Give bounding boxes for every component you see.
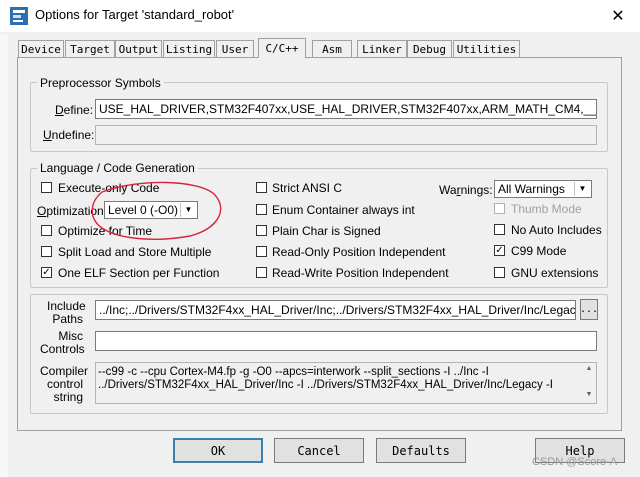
defaults-button[interactable]: Defaults [376, 438, 466, 463]
define-input[interactable]: USE_HAL_DRIVER,STM32F407xx,USE_HAL_DRIVE… [95, 99, 597, 119]
c99-mode-label: C99 Mode [511, 244, 567, 258]
gnu-ext-checkbox[interactable] [494, 267, 505, 278]
compiler-label-line1: Compiler [40, 364, 89, 378]
close-button[interactable]: ✕ [596, 0, 640, 32]
optimize-time-checkbox[interactable] [41, 225, 52, 236]
no-auto-includes-label: No Auto Includes [511, 223, 602, 237]
enum-container-checkbox[interactable] [256, 204, 267, 215]
tab-debug[interactable]: Debug [407, 40, 452, 57]
gnu-ext-label: GNU extensions [511, 266, 599, 280]
language-title: Language / Code Generation [37, 161, 198, 175]
plain-char-label: Plain Char is Signed [272, 224, 381, 238]
one-elf-label: One ELF Section per Function [58, 266, 220, 280]
tab-device[interactable]: Device [18, 40, 64, 57]
include-label-line1: Include [47, 299, 86, 313]
strict-ansi-checkbox[interactable] [256, 182, 267, 193]
include-label-line2: Paths [52, 312, 83, 326]
plain-char-checkbox[interactable] [256, 225, 267, 236]
ok-button[interactable]: OK [173, 438, 263, 463]
preprocessor-title: Preprocessor Symbols [37, 76, 164, 90]
no-auto-includes-checkbox[interactable] [494, 224, 505, 235]
strict-ansi-label: Strict ANSI C [272, 181, 343, 195]
c99-mode-checkbox[interactable]: ✓ [494, 245, 505, 256]
compiler-label-line3: string [53, 390, 83, 404]
tab-c-cpp[interactable]: C/C++ [258, 38, 306, 58]
ro-pi-label: Read-Only Position Independent [272, 245, 446, 259]
scroll-down-icon: ▼ [585, 391, 593, 398]
one-elf-checkbox[interactable]: ✓ [41, 267, 52, 278]
thumb-mode-checkbox[interactable] [494, 203, 505, 214]
misc-label-line2: Controls [40, 342, 85, 356]
chevron-down-icon: ▼ [574, 182, 590, 196]
tab-target[interactable]: Target [65, 40, 115, 57]
background-editor-edge [0, 34, 8, 477]
split-load-label: Split Load and Store Multiple [58, 245, 212, 259]
compiler-string-line1: --c99 -c --cpu Cortex-M4.fp -g -O0 --apc… [98, 366, 489, 378]
app-icon [10, 7, 28, 25]
misc-controls-input[interactable] [95, 331, 597, 351]
ro-pi-checkbox[interactable] [256, 246, 267, 257]
tab-utilities[interactable]: Utilities [453, 40, 520, 57]
execute-only-checkbox[interactable] [41, 182, 52, 193]
compiler-string-box[interactable]: --c99 -c --cpu Cortex-M4.fp -g -O0 --apc… [95, 362, 597, 404]
include-paths-input[interactable]: ../Inc;../Drivers/STM32F4xx_HAL_Driver/I… [95, 300, 576, 320]
rw-pi-checkbox[interactable] [256, 267, 267, 278]
tab-user[interactable]: User [216, 40, 254, 57]
compiler-label-line2: control [46, 377, 83, 391]
split-load-checkbox[interactable] [41, 246, 52, 257]
cancel-button[interactable]: Cancel [274, 438, 364, 463]
tab-listing[interactable]: Listing [163, 40, 215, 57]
compiler-string-scrollbar[interactable]: ▲ ▼ [582, 363, 596, 403]
warnings-value: All Warnings [498, 182, 565, 196]
scroll-up-icon: ▲ [585, 365, 593, 372]
warnings-select[interactable]: All Warnings ▼ [494, 180, 592, 198]
compiler-string-line2: ../Drivers/STM32F4xx_HAL_Driver/Inc -I .… [98, 379, 554, 391]
window-title: Options for Target 'standard_robot' [35, 7, 235, 22]
define-label: Define: [55, 103, 94, 117]
undefine-input[interactable] [95, 125, 597, 145]
enum-container-label: Enum Container always int [272, 203, 415, 217]
tab-linker[interactable]: Linker [357, 40, 407, 57]
rw-pi-label: Read-Write Position Independent [272, 266, 449, 280]
watermark: CSDN @Score-A [532, 456, 618, 468]
close-icon: ✕ [611, 8, 625, 25]
thumb-mode-label: Thumb Mode [511, 202, 582, 216]
tab-output[interactable]: Output [115, 40, 162, 57]
tab-asm[interactable]: Asm [312, 40, 352, 57]
undefine-label: Undefine: [43, 128, 95, 142]
annotation-ellipse [91, 181, 222, 240]
browse-button[interactable]: ... [580, 299, 598, 320]
warnings-label: Warnings: [439, 183, 493, 197]
misc-label-line1: Misc [58, 329, 83, 343]
